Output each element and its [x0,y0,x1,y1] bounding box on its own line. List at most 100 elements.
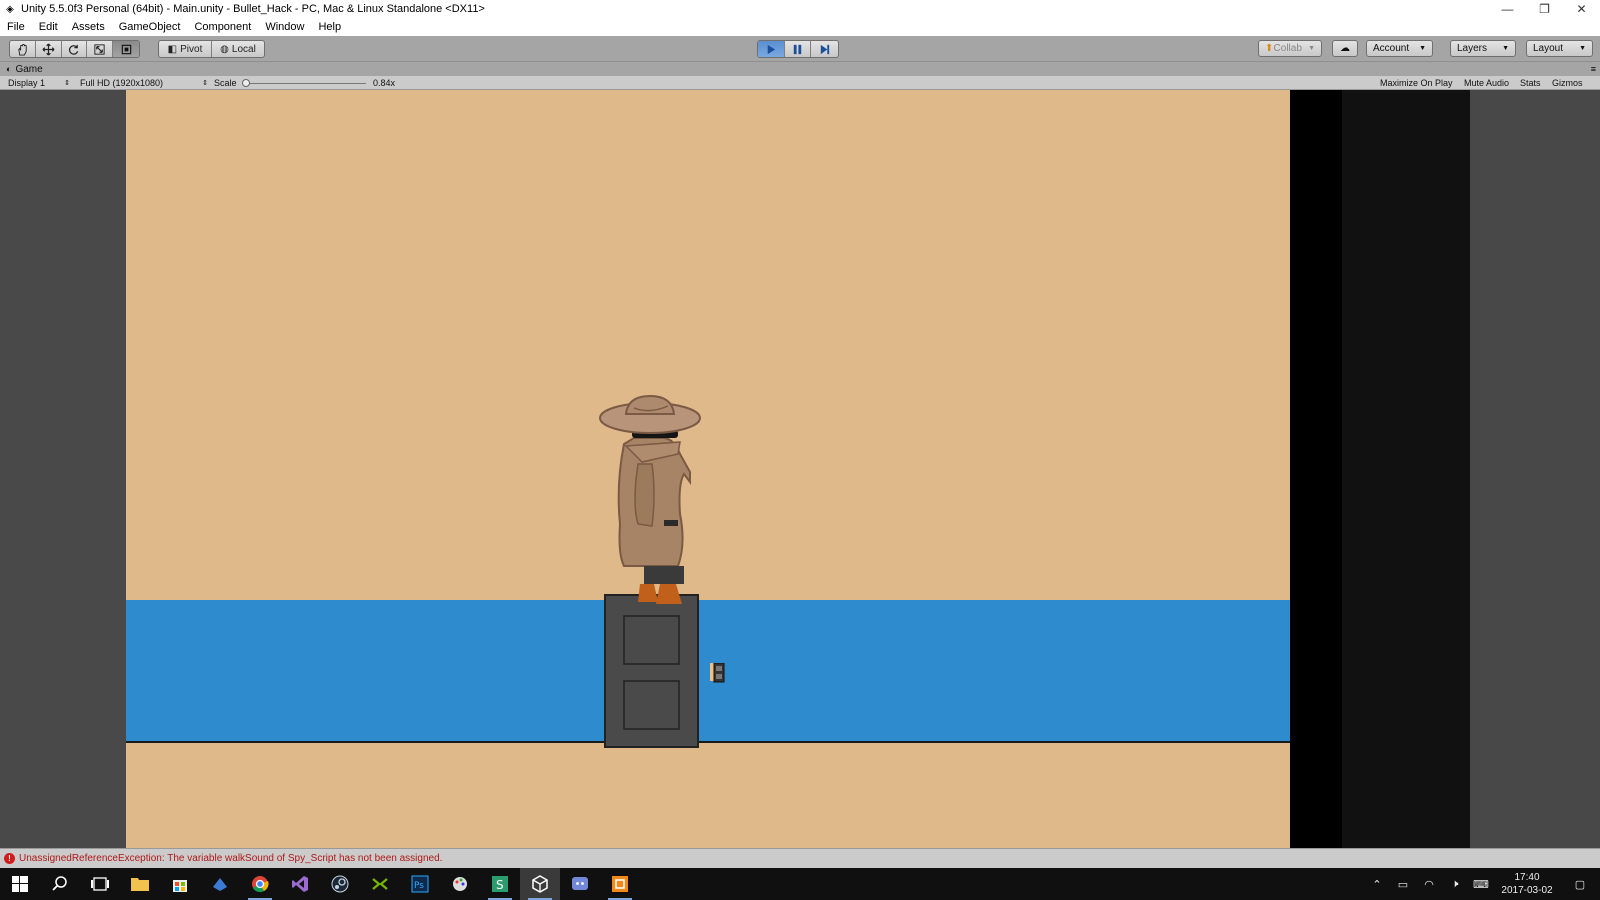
rotate-icon [69,44,79,55]
svg-text:Ps: Ps [414,881,424,891]
discord-icon[interactable] [560,868,600,900]
game-viewport[interactable] [0,90,1600,848]
game-options-bar: Display 1 ⇕ Full HD (1920x1080) ⇕ Scale … [0,76,1600,90]
battery-icon[interactable]: ▭ [1390,878,1416,891]
spy-character-sprite [599,394,701,604]
app-icon[interactable] [200,868,240,900]
windows-start-icon[interactable] [0,868,40,900]
menu-window[interactable]: Window [258,21,311,33]
menu-bar: File Edit Assets GameObject Component Wi… [0,18,1600,36]
pivot-toggle-group: ◧ Pivot ◍ Local [158,40,265,58]
resolution-label: Full HD (1920x1080) [80,78,164,88]
resolution-dropdown[interactable]: Full HD (1920x1080) ⇕ [80,77,208,89]
layers-dropdown[interactable]: Layers ▼ [1450,40,1516,57]
pivot-button[interactable]: ◧ Pivot [159,41,212,57]
scale-tool-button[interactable] [87,41,114,57]
display-label: Display 1 [8,78,46,88]
stats-toggle[interactable]: Stats [1520,77,1541,89]
steam-icon[interactable] [320,868,360,900]
viewport-margin [1470,90,1600,848]
wifi-icon[interactable]: ◠ [1416,878,1442,891]
cloud-icon: ☁ [1340,43,1350,54]
chrome-icon[interactable] [240,868,280,900]
hand-tool-button[interactable] [10,41,36,57]
game-view-icon: ◐ [6,64,12,74]
menu-assets[interactable]: Assets [65,21,112,33]
system-tray: ⌃ ▭ ◠ 🕨 ⌨ 17:40 2017-03-02 ▢ [1364,868,1600,900]
menu-edit[interactable]: Edit [32,21,65,33]
pause-button[interactable] [785,41,812,57]
step-icon [820,44,830,54]
paint-icon[interactable] [440,868,480,900]
windows-taskbar: Ps S ⌃ ▭ ◠ 🕨 ⌨ 17:40 2017-03-02 ▢ [0,868,1600,900]
clock[interactable]: 17:40 2017-03-02 [1494,871,1560,897]
move-tool-button[interactable] [36,41,62,57]
rotate-tool-button[interactable] [62,41,88,57]
orange-app-icon[interactable] [600,868,640,900]
scale-label: Scale [214,78,237,88]
mute-audio-toggle[interactable]: Mute Audio [1464,77,1509,89]
pause-icon [793,44,802,54]
keyboard-icon[interactable]: ⌨ [1468,878,1494,891]
close-button[interactable]: ✕ [1563,0,1600,18]
letterbox-bar-dark [1342,90,1470,848]
window-title: Unity 5.5.0f3 Personal (64bit) - Main.un… [21,3,485,15]
step-button[interactable] [811,41,838,57]
menu-help[interactable]: Help [311,21,348,33]
game-tab-bar: ◐ Game ≡ [0,62,1600,76]
scale-slider-thumb[interactable] [242,79,250,87]
updown-icon: ⇕ [202,80,208,87]
display-dropdown[interactable]: Display 1 ⇕ [8,77,70,89]
store-icon[interactable] [160,868,200,900]
minimize-button[interactable]: — [1489,0,1526,18]
title-bar: ◈ Unity 5.5.0f3 Personal (64bit) - Main.… [0,0,1600,18]
layers-label: Layers [1457,43,1488,54]
chevron-up-icon[interactable]: ⌃ [1364,878,1390,891]
xtreme-icon[interactable] [360,868,400,900]
layout-dropdown[interactable]: Layout ▼ [1526,40,1593,57]
move-icon [42,43,55,55]
svg-text:S: S [496,878,504,892]
rect-tool-button[interactable] [113,41,139,57]
game-tab[interactable]: ◐ Game [6,64,43,75]
volume-muted-icon[interactable]: 🕨 [1442,878,1468,891]
clock-time: 17:40 [1514,872,1540,883]
chevron-down-icon: ▼ [1419,45,1426,52]
tab-menu-icon[interactable]: ≡ [1591,64,1596,74]
layout-label: Layout [1533,43,1564,54]
account-dropdown[interactable]: Account ▼ [1366,40,1433,57]
gizmos-dropdown[interactable]: Gizmos [1552,77,1583,89]
task-view-icon[interactable] [80,868,120,900]
local-label: Local [231,43,256,55]
pivot-label: Pivot [180,43,203,55]
clock-date: 2017-03-02 [1501,885,1553,896]
menu-gameobject[interactable]: GameObject [112,21,188,33]
notifications-icon[interactable]: ▢ [1560,878,1600,891]
search-icon[interactable] [40,868,80,900]
restore-button[interactable]: ❐ [1526,0,1563,18]
maximize-on-play-toggle[interactable]: Maximize On Play [1380,77,1453,89]
chevron-down-icon: ▼ [1579,45,1586,52]
console-status-bar[interactable]: ! UnassignedReferenceException: The vari… [0,848,1600,868]
door-switch-sprite [710,663,725,683]
file-explorer-icon[interactable] [120,868,160,900]
console-error-message[interactable]: UnassignedReferenceException: The variab… [19,853,442,864]
scale-slider[interactable] [242,77,366,89]
unity-icon[interactable] [520,868,560,900]
game-canvas[interactable] [126,90,1294,848]
collab-icon: ⬆ [1265,43,1274,54]
cloud-button[interactable]: ☁ [1332,40,1358,57]
game-tab-label: Game [15,63,43,75]
menu-component[interactable]: Component [187,21,258,33]
visual-studio-icon[interactable] [280,868,320,900]
photoshop-icon[interactable]: Ps [400,868,440,900]
menu-file[interactable]: File [0,21,32,33]
error-icon: ! [4,853,15,864]
local-button[interactable]: ◍ Local [212,41,264,57]
hand-icon [18,43,27,56]
s-app-icon[interactable]: S [480,868,520,900]
collab-button[interactable]: ⬆ Collab ▼ [1258,40,1322,57]
play-button[interactable] [758,41,785,57]
gizmos-label: Gizmos [1552,78,1583,88]
letterbox-bar [1290,90,1342,848]
